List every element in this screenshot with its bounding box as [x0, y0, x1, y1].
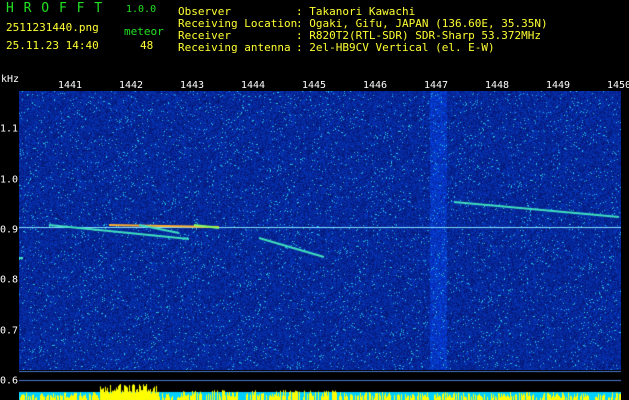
signal-level-canvas	[19, 370, 621, 400]
y-tick-label: 0.8	[0, 274, 19, 286]
app-version: 1.0.0	[126, 4, 157, 15]
x-tick-label: 1450	[606, 80, 629, 91]
y-tick-label: 0.6	[0, 375, 19, 387]
y-tick-label: 0.9	[0, 224, 19, 236]
y-tick-label: 1.0	[0, 174, 19, 186]
y-tick-label: 1.1	[0, 123, 19, 135]
x-tick-label: 1445	[301, 80, 327, 91]
x-tick-label: 1444	[240, 80, 266, 91]
header: H R O F F T 1.0.0 2511231440.png meteor …	[0, 0, 629, 72]
datetime: 25.11.23 14:40	[6, 39, 99, 52]
spectrogram	[19, 91, 621, 370]
y-tick-label: 0.7	[0, 325, 19, 337]
antenna-value: : 2el-HB9CV Vertical (el. E-W)	[296, 41, 495, 54]
x-tick-label: 1446	[362, 80, 388, 91]
filename: 2511231440.png	[6, 21, 99, 34]
spectrogram-canvas	[19, 91, 621, 370]
count-value: 48	[140, 39, 154, 52]
mode-label: meteor	[124, 25, 164, 38]
antenna-label: Receiving antenna	[178, 41, 291, 54]
x-tick-label: 1443	[179, 80, 205, 91]
x-tick-label: 1448	[484, 80, 510, 91]
x-tick-label: 1442	[118, 80, 144, 91]
x-tick-label: 1441	[57, 80, 83, 91]
x-tick-label: 1449	[545, 80, 571, 91]
app-title: H R O F F T	[6, 1, 104, 16]
signal-level-band	[19, 370, 621, 400]
y-unit-label: kHz	[1, 74, 20, 85]
x-tick-label: 1447	[423, 80, 449, 91]
